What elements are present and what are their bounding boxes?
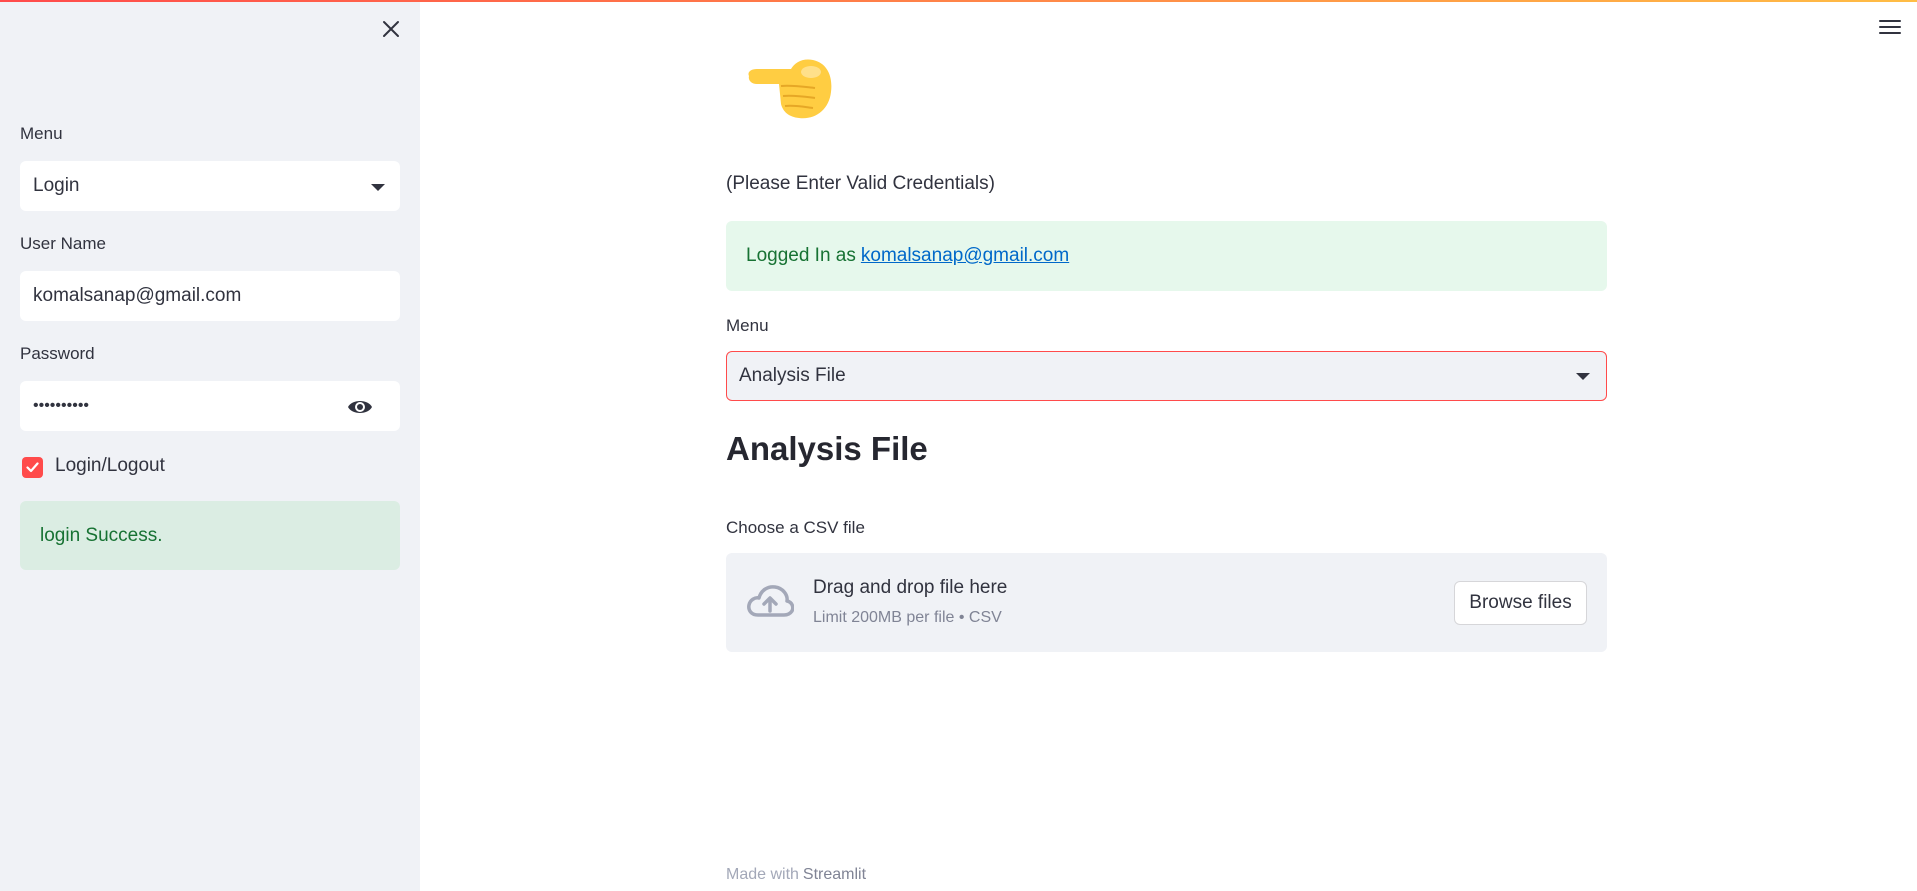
close-sidebar-button[interactable]: [378, 16, 404, 42]
main-menu-button[interactable]: [1879, 20, 1901, 38]
password-value: ••••••••••: [33, 397, 90, 414]
file-dropzone[interactable]: Drag and drop file here Limit 200MB per …: [726, 553, 1607, 652]
login-success-text: login Success.: [40, 524, 163, 546]
logged-in-prefix: Logged In as: [746, 245, 856, 266]
username-value: komalsanap@gmail.com: [33, 285, 242, 306]
chevron-down-icon: [1576, 373, 1590, 380]
eye-icon[interactable]: [347, 397, 373, 417]
sidebar: Menu Login User Name komalsanap@gmail.co…: [0, 0, 420, 891]
username-input[interactable]: komalsanap@gmail.com: [20, 271, 400, 321]
sidebar-menu-value: Login: [33, 175, 80, 196]
main-menu-select[interactable]: Analysis File: [726, 351, 1607, 401]
chevron-down-icon: [371, 184, 385, 191]
footer-prefix: Made with: [726, 866, 799, 883]
login-success-alert: login Success.: [20, 501, 400, 570]
footer-brand-link[interactable]: Streamlit: [803, 866, 866, 883]
close-icon: [383, 21, 399, 37]
credentials-note: (Please Enter Valid Credentials): [726, 173, 995, 194]
hamburger-line: [1879, 32, 1901, 34]
upload-label: Choose a CSV file: [726, 518, 865, 537]
login-logout-checkbox[interactable]: [22, 457, 43, 478]
check-icon: [26, 462, 39, 473]
logged-in-alert: Logged In as komalsanap@gmail.com: [726, 221, 1607, 291]
main-menu-value: Analysis File: [739, 365, 846, 386]
sidebar-menu-select[interactable]: Login: [20, 161, 400, 211]
login-logout-label: Login/Logout: [55, 455, 165, 476]
dropzone-title: Drag and drop file here: [813, 577, 1008, 598]
browse-files-button[interactable]: Browse files: [1454, 581, 1587, 625]
password-label: Password: [20, 344, 95, 363]
logged-in-email-link[interactable]: komalsanap@gmail.com: [861, 245, 1069, 267]
pointing-hand-emoji: [748, 59, 832, 119]
footer: Made with Streamlit: [726, 866, 866, 884]
page-title: Analysis File: [726, 430, 928, 467]
cloud-upload-icon: [747, 585, 794, 617]
hamburger-menu-icon: [1879, 20, 1901, 22]
password-input[interactable]: ••••••••••: [20, 381, 400, 431]
dropzone-subtitle: Limit 200MB per file • CSV: [813, 609, 1002, 626]
sidebar-menu-label: Menu: [20, 124, 63, 143]
hamburger-line: [1879, 26, 1901, 28]
main-menu-label: Menu: [726, 316, 769, 335]
username-label: User Name: [20, 234, 106, 253]
top-decoration-bar: [0, 0, 1917, 2]
